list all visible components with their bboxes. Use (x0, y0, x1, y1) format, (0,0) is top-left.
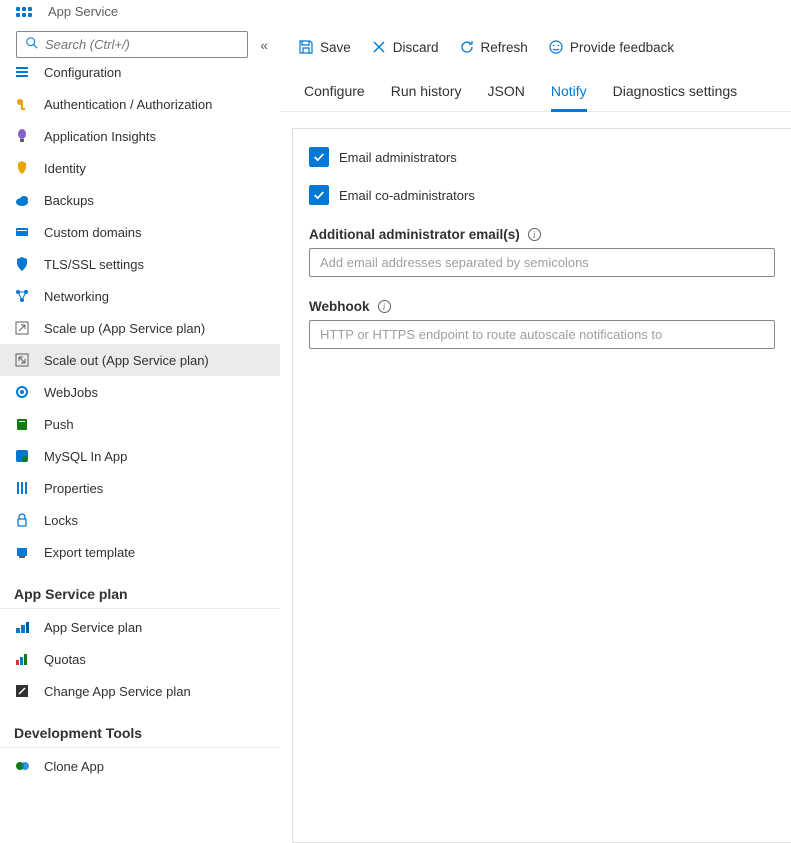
webhook-label: Webhook (309, 299, 370, 314)
sidebar-item-label: Networking (44, 289, 109, 304)
sidebar-item-locks[interactable]: Locks (0, 504, 280, 536)
notify-panel: Email administrators Email co-administra… (292, 128, 791, 843)
sidebar-item-custom-domains[interactable]: Custom domains (0, 216, 280, 248)
sidebar-item-scale-up-app-service-plan[interactable]: Scale up (App Service plan) (0, 312, 280, 344)
sidebar-item-label: Configuration (44, 65, 121, 80)
sidebar-item-webjobs[interactable]: WebJobs (0, 376, 280, 408)
tab-json[interactable]: JSON (488, 77, 525, 112)
sidebar-item-tls-ssl-settings[interactable]: TLS/SSL settings (0, 248, 280, 280)
identity-icon (14, 160, 30, 176)
sidebar-item-configuration[interactable]: Configuration (0, 64, 280, 88)
sidebar-item-label: Clone App (44, 759, 104, 774)
mysql-icon (14, 448, 30, 464)
sidebar-item-properties[interactable]: Properties (0, 472, 280, 504)
sidebar-item-label: Scale up (App Service plan) (44, 321, 205, 336)
tab-configure[interactable]: Configure (304, 77, 365, 112)
header-title: App Service (48, 4, 118, 19)
sidebar-item-backups[interactable]: Backups (0, 184, 280, 216)
sidebar-item-label: Locks (44, 513, 78, 528)
sidebar-item-clone-app[interactable]: Clone App (0, 750, 280, 782)
email-coadmins-label: Email co-administrators (339, 188, 475, 203)
webjobs-icon (14, 384, 30, 400)
refresh-button[interactable]: Refresh (459, 39, 528, 55)
discard-icon (371, 39, 387, 55)
network-icon (14, 288, 30, 304)
search-input[interactable] (16, 31, 248, 58)
sidebar-item-label: Application Insights (44, 129, 156, 144)
export-icon (14, 544, 30, 560)
feedback-button[interactable]: Provide feedback (548, 39, 674, 55)
lock-icon (14, 512, 30, 528)
bulb-icon (14, 128, 30, 144)
tab-run-history[interactable]: Run history (391, 77, 462, 112)
info-icon[interactable]: i (378, 300, 391, 313)
changeplan-icon (14, 683, 30, 699)
sidebar-item-label: Change App Service plan (44, 684, 191, 699)
section-development-tools: Development Tools (0, 707, 280, 748)
shield-icon (14, 256, 30, 272)
section-app-service-plan: App Service plan (0, 568, 280, 609)
sidebar-item-quotas[interactable]: Quotas (0, 643, 280, 675)
sidebar-item-application-insights[interactable]: Application Insights (0, 120, 280, 152)
sidebar-item-label: Identity (44, 161, 86, 176)
sidebar-item-export-template[interactable]: Export template (0, 536, 280, 568)
search-icon (25, 36, 39, 53)
email-coadmins-checkbox[interactable] (309, 185, 329, 205)
email-admins-label: Email administrators (339, 150, 457, 165)
email-admins-checkbox[interactable] (309, 147, 329, 167)
save-icon (298, 39, 314, 55)
sidebar-item-authentication-authorization[interactable]: Authentication / Authorization (0, 88, 280, 120)
sidebar-nav: Configuration Authentication / Authorizat… (0, 64, 280, 843)
config-icon (14, 64, 30, 80)
sidebar-item-label: Quotas (44, 652, 86, 667)
app-service-logo-icon (16, 7, 36, 17)
additional-emails-label: Additional administrator email(s) (309, 227, 520, 242)
plan-icon (14, 619, 30, 635)
info-icon[interactable]: i (528, 228, 541, 241)
sidebar-item-label: MySQL In App (44, 449, 127, 464)
sidebar: « Configuration Authentication / Authoriz… (0, 29, 280, 843)
sidebar-item-label: Export template (44, 545, 135, 560)
search-field[interactable] (45, 37, 239, 52)
sidebar-item-label: Scale out (App Service plan) (44, 353, 209, 368)
tab-diagnostics-settings[interactable]: Diagnostics settings (613, 77, 738, 112)
cloud-icon (14, 192, 30, 208)
sidebar-item-identity[interactable]: Identity (0, 152, 280, 184)
sidebar-item-change-app-service-plan[interactable]: Change App Service plan (0, 675, 280, 707)
sidebar-item-networking[interactable]: Networking (0, 280, 280, 312)
refresh-icon (459, 39, 475, 55)
sidebar-item-label: Backups (44, 193, 94, 208)
main-panel: Save Discard Refresh Provide feedback (280, 29, 791, 843)
sidebar-item-app-service-plan[interactable]: App Service plan (0, 611, 280, 643)
props-icon (14, 480, 30, 496)
header: App Service (0, 0, 791, 29)
sidebar-item-label: Authentication / Authorization (44, 97, 212, 112)
key-icon (14, 96, 30, 112)
clone-icon (14, 758, 30, 774)
scaleup-icon (14, 320, 30, 336)
sidebar-item-label: Push (44, 417, 74, 432)
collapse-sidebar-button[interactable]: « (256, 33, 272, 57)
sidebar-item-label: WebJobs (44, 385, 98, 400)
sidebar-item-label: Properties (44, 481, 103, 496)
sidebar-item-scale-out-app-service-plan[interactable]: Scale out (App Service plan) (0, 344, 280, 376)
domain-icon (14, 224, 30, 240)
tab-notify[interactable]: Notify (551, 77, 587, 112)
feedback-icon (548, 39, 564, 55)
tabs: Configure Run history JSON Notify Diagnostic… (280, 69, 791, 112)
sidebar-item-push[interactable]: Push (0, 408, 280, 440)
sidebar-item-label: Custom domains (44, 225, 142, 240)
additional-emails-input[interactable] (309, 248, 775, 277)
toolbar: Save Discard Refresh Provide feedback (280, 29, 791, 69)
sidebar-item-label: TLS/SSL settings (44, 257, 144, 272)
sidebar-item-label: App Service plan (44, 620, 142, 635)
discard-button[interactable]: Discard (371, 39, 439, 55)
scaleout-icon (14, 352, 30, 368)
push-icon (14, 416, 30, 432)
webhook-input[interactable] (309, 320, 775, 349)
sidebar-item-mysql-in-app[interactable]: MySQL In App (0, 440, 280, 472)
save-button[interactable]: Save (298, 39, 351, 55)
quotas-icon (14, 651, 30, 667)
